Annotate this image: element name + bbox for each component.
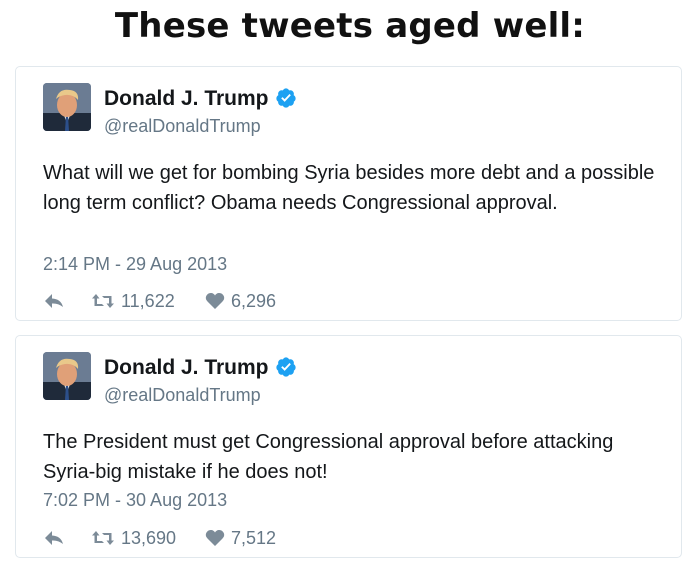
reply-icon [45, 531, 63, 545]
avatar[interactable] [43, 352, 91, 400]
retweet-count: 13,690 [121, 527, 177, 548]
author-name[interactable]: Donald J. Trump [104, 87, 269, 111]
tweet-timestamp[interactable]: 7:02 PM - 30 Aug 2013 [43, 490, 227, 511]
retweet-icon [92, 531, 114, 545]
heart-icon [205, 529, 225, 546]
reply-icon [45, 294, 63, 308]
like-button[interactable]: 7,512 [205, 526, 276, 550]
author-handle[interactable]: @realDonaldTrump [104, 385, 261, 406]
like-count: 6,296 [231, 290, 277, 311]
reply-button[interactable] [43, 526, 65, 550]
meme-title: These tweets aged well: [114, 6, 586, 46]
retweet-count: 11,622 [121, 290, 175, 311]
avatar[interactable] [43, 83, 91, 131]
tweet-card: Donald J. Trump @realDonaldTrump The Pre… [15, 335, 682, 558]
verified-badge-icon [276, 88, 296, 108]
tweet-text: The President must get Congressional app… [43, 431, 614, 483]
tweet-card: Donald J. Trump @realDonaldTrump What wi… [15, 66, 682, 321]
tweet-actions: 11,622 6,296 [43, 289, 343, 313]
like-button[interactable]: 6,296 [205, 289, 276, 313]
author-name[interactable]: Donald J. Trump [104, 356, 269, 380]
verified-badge-icon [276, 357, 296, 377]
retweet-icon [92, 294, 114, 308]
heart-icon [205, 292, 225, 309]
author-handle[interactable]: @realDonaldTrump [104, 116, 261, 137]
retweet-button[interactable]: 11,622 [91, 289, 175, 313]
tweet-timestamp[interactable]: 2:14 PM - 29 Aug 2013 [43, 254, 227, 275]
tweet-actions: 13,690 7,512 [43, 526, 343, 550]
retweet-button[interactable]: 13,690 [91, 526, 176, 550]
reply-button[interactable] [43, 289, 65, 313]
tweet-text: What will we get for bombing Syria besid… [43, 162, 655, 214]
like-count: 7,512 [231, 527, 277, 548]
